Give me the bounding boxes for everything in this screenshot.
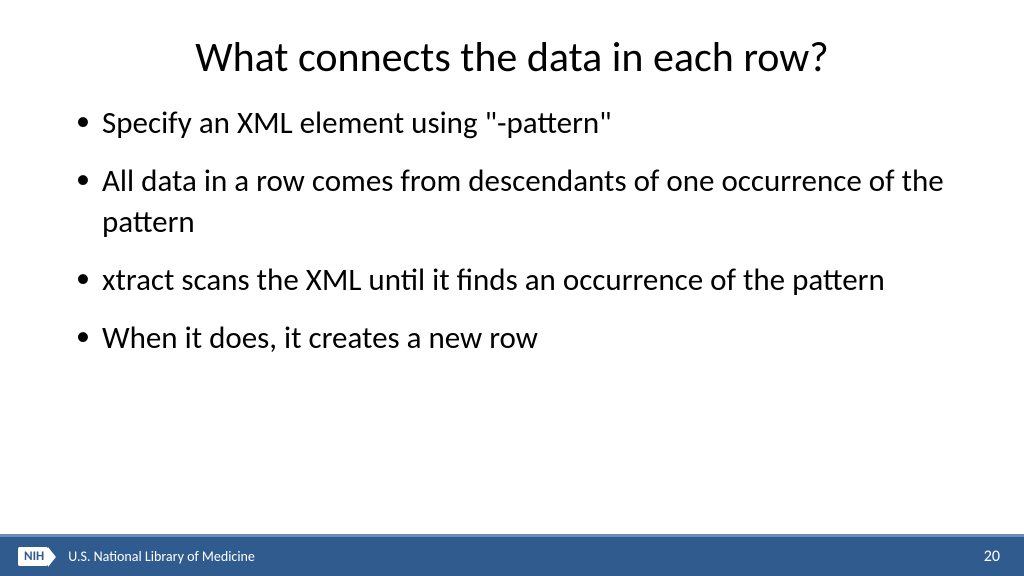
footer-org-name: U.S. National Library of Medicine <box>68 548 255 565</box>
bullet-list: Specify an XML element using "-pattern" … <box>70 103 954 358</box>
list-item: When it does, it creates a new row <box>70 318 954 358</box>
list-item: xtract scans the XML until it finds an o… <box>70 260 954 300</box>
page-number: 20 <box>984 547 1000 566</box>
slide-footer: NIH U.S. National Library of Medicine 20 <box>0 534 1024 576</box>
list-item: All data in a row comes from descendants… <box>70 161 954 242</box>
list-item: Specify an XML element using "-pattern" <box>70 103 954 143</box>
slide-container: What connects the data in each row? Spec… <box>0 0 1024 576</box>
slide-title: What connects the data in each row? <box>0 0 1024 103</box>
footer-left: NIH U.S. National Library of Medicine <box>18 547 255 566</box>
nih-logo-icon: NIH <box>18 547 48 566</box>
slide-content: Specify an XML element using "-pattern" … <box>0 103 1024 534</box>
